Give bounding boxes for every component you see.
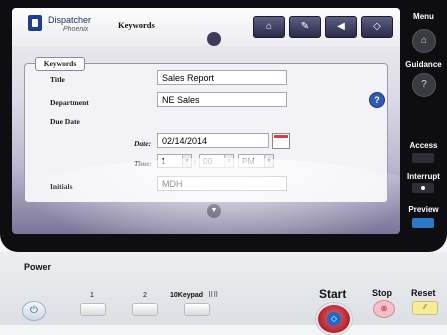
side-panel: Menu ⌂ Guidance ? Access Interrupt Previ… — [400, 0, 447, 252]
time-label: Time: — [134, 159, 153, 168]
guidance-button[interactable]: ? — [412, 73, 436, 97]
guidance-label: Guidance — [405, 60, 442, 69]
chevron-down-icon: ▼ — [210, 207, 218, 214]
keypad-grid-icon: ⠿⠿ — [208, 292, 219, 299]
date-label: Date: — [134, 139, 152, 148]
scroll-down-button[interactable]: ▼ — [207, 204, 221, 218]
minute-value: 00 — [203, 156, 213, 166]
home-icon: ⌂ — [265, 21, 273, 32]
stop-icon: ⊗ — [380, 304, 388, 313]
preview-button[interactable] — [412, 218, 434, 228]
department-label: Department — [50, 98, 89, 107]
hour-value: 1 — [161, 156, 166, 166]
chevron-down-icon: ▼ — [182, 155, 191, 167]
initials-label: Initials — [50, 182, 73, 191]
key1-button[interactable] — [80, 303, 106, 316]
menu-button[interactable]: ⌂ — [412, 29, 436, 53]
initials-field[interactable]: MDH — [157, 176, 287, 191]
access-label: Access — [409, 141, 438, 150]
brand-sub: Phoenix — [63, 26, 89, 33]
chevron-down-icon: ▼ — [224, 155, 233, 167]
back-arrow-icon: ◀ — [337, 21, 345, 32]
diamond-button[interactable]: ◇ — [361, 16, 393, 38]
edit-card-icon: ✎ — [300, 21, 310, 32]
key2-button[interactable] — [132, 303, 158, 316]
home-icon: ⌂ — [420, 35, 428, 46]
panel-title: Keywords — [35, 57, 85, 71]
power-button[interactable]: ⏻ — [22, 301, 46, 321]
keypad-button[interactable] — [184, 303, 210, 316]
preview-label: Preview — [408, 205, 439, 214]
back-button[interactable]: ◀ — [325, 16, 357, 38]
reset-icon: ⁄⁄ — [423, 304, 427, 311]
diamond-icon: ◇ — [373, 21, 381, 32]
page-title: Keywords — [118, 20, 155, 30]
top-bar: Dispatcher Phoenix Keywords ⌂ ✎ ◀ ◇ — [12, 8, 400, 46]
interrupt-label: Interrupt — [407, 172, 440, 181]
touch-screen: Dispatcher Phoenix Keywords ⌂ ✎ ◀ ◇ Keyw… — [12, 8, 400, 234]
access-button[interactable] — [412, 153, 434, 163]
ampm-value: PM — [242, 156, 255, 166]
reset-button[interactable]: ⁄⁄ — [412, 301, 438, 315]
start-button[interactable]: ◇ — [316, 303, 352, 335]
calendar-icon[interactable] — [272, 133, 290, 149]
reset-label: Reset — [411, 288, 436, 298]
title-label: Title — [50, 75, 65, 84]
interrupt-button[interactable] — [412, 183, 434, 193]
key2-label: 2 — [143, 292, 147, 299]
brand-name: Dispatcher — [48, 15, 92, 25]
edit-card-button[interactable]: ✎ — [289, 16, 321, 38]
start-diamond-icon: ◇ — [327, 312, 341, 326]
hour-select[interactable]: 1 ▼ — [157, 154, 192, 168]
due-date-label: Due Date — [50, 117, 80, 126]
title-field[interactable]: Sales Report — [157, 70, 287, 85]
scroll-indicator[interactable] — [207, 32, 221, 46]
stop-button[interactable]: ⊗ — [373, 300, 395, 318]
key1-label: 1 — [90, 292, 94, 299]
keypad-label: 10Keypad — [170, 292, 204, 299]
minute-select[interactable]: 00 ▼ — [199, 154, 234, 168]
home-button[interactable]: ⌂ — [253, 16, 285, 38]
logo-mark-icon — [28, 15, 42, 31]
time-separator: : — [194, 157, 197, 166]
date-field[interactable]: 02/14/2014 — [157, 133, 269, 148]
chevron-down-icon: ▼ — [264, 155, 273, 167]
menu-label: Menu — [413, 12, 434, 21]
ampm-select[interactable]: PM ▼ — [238, 154, 274, 168]
power-label: Power — [24, 262, 52, 272]
stop-label: Stop — [372, 288, 392, 298]
department-field[interactable]: NE Sales — [157, 92, 287, 107]
help-icon[interactable]: ? — [369, 92, 385, 108]
power-icon: ⏻ — [30, 305, 38, 316]
question-icon: ? — [421, 79, 427, 90]
start-label: Start — [319, 287, 347, 301]
